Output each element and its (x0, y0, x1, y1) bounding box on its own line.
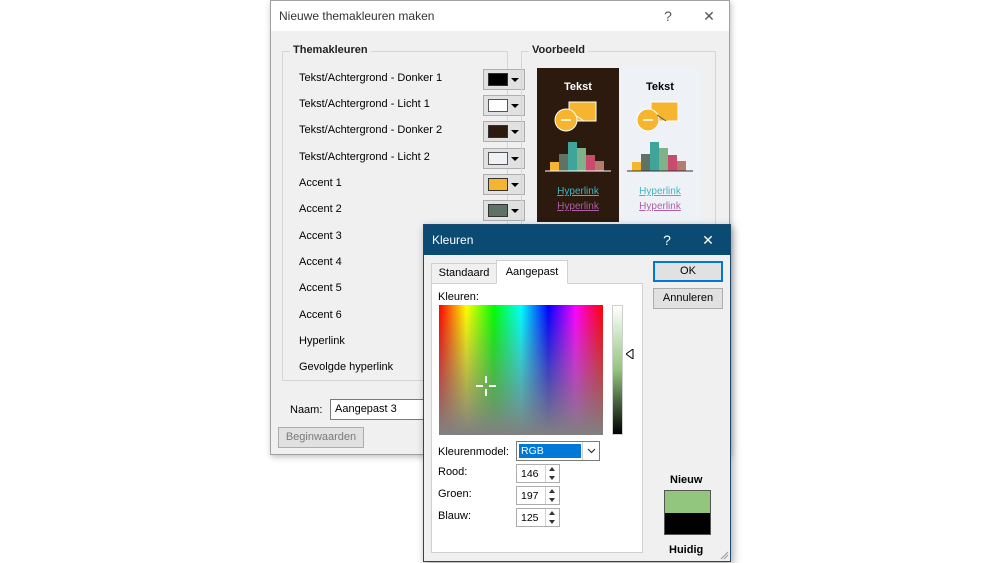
help-icon[interactable]: ? (656, 229, 678, 251)
current-label: Huidig (669, 544, 704, 556)
color-swatch (488, 152, 508, 165)
preview-dark-followed-hyperlink: Hyperlink (557, 201, 599, 212)
luminance-slider[interactable] (612, 305, 623, 435)
row-accent-1: Accent 1 (299, 174, 525, 195)
chevron-down-icon (511, 183, 519, 187)
blue-value: 125 (521, 512, 539, 524)
ok-button[interactable]: OK (653, 261, 723, 282)
chevron-down-icon (511, 78, 519, 82)
chevron-down-icon (511, 209, 519, 213)
row-label: Accent 5 (299, 282, 342, 294)
row-label: Tekst/Achtergrond - Donker 2 (299, 124, 443, 136)
color-compare (664, 490, 711, 535)
color-model-select[interactable]: RGB (516, 441, 600, 461)
name-input[interactable]: Aangepast 3 (330, 399, 430, 420)
row-label: Tekst/Achtergrond - Donker 1 (299, 72, 443, 84)
tab-custom[interactable]: Aangepast (496, 260, 568, 284)
close-icon[interactable]: ✕ (698, 5, 720, 27)
crosshair-icon (476, 376, 496, 396)
color-picker-accent-2[interactable] (483, 200, 525, 221)
tab-standard[interactable]: Standaard (431, 263, 497, 283)
color-picker-light-2[interactable] (483, 148, 525, 169)
row-label: Hyperlink (299, 335, 345, 347)
preview-dark: Tekst Hyperlink Hyperlink (537, 68, 619, 222)
spinner-arrows-icon[interactable] (545, 487, 559, 504)
colors-dialog-title: Kleuren (432, 233, 474, 247)
theme-dialog-title: Nieuwe themakleuren maken (279, 9, 435, 23)
luminance-arrow-icon[interactable] (626, 349, 634, 359)
color-swatch (488, 99, 508, 112)
chevron-down-icon (511, 130, 519, 134)
name-input-value: Aangepast 3 (335, 403, 397, 415)
reset-button[interactable]: Beginwaarden (278, 427, 364, 448)
colors-dialog-titlebar[interactable]: Kleuren ? ✕ (424, 225, 730, 255)
row-light-2: Tekst/Achtergrond - Licht 2 (299, 148, 525, 169)
blue-label: Blauw: (438, 510, 472, 522)
color-swatch (488, 204, 508, 217)
preview-light-hyperlink: Hyperlink (639, 186, 681, 197)
preview-light-graphic (627, 101, 693, 172)
red-label: Rood: (438, 466, 468, 478)
color-swatch (488, 178, 508, 191)
new-color-swatch (665, 491, 710, 513)
theme-colors-legend: Themakleuren (290, 44, 371, 56)
theme-dialog-titlebar[interactable]: Nieuwe themakleuren maken ? ✕ (271, 1, 729, 31)
help-icon[interactable]: ? (657, 5, 679, 27)
row-dark-1: Tekst/Achtergrond - Donker 1 (299, 69, 525, 90)
row-label: Tekst/Achtergrond - Licht 1 (299, 98, 430, 110)
preview-dark-hyperlink: Hyperlink (557, 186, 599, 197)
chevron-down-icon (511, 157, 519, 161)
colors-label: Kleuren: (438, 291, 479, 303)
color-picker-light-1[interactable] (483, 95, 525, 116)
spinner-arrows-icon[interactable] (545, 465, 559, 482)
color-model-value: RGB (519, 444, 581, 458)
red-spinner[interactable]: 146 (516, 464, 560, 483)
name-label: Naam: (290, 404, 323, 416)
row-dark-2: Tekst/Achtergrond - Donker 2 (299, 121, 525, 142)
row-label: Accent 4 (299, 256, 342, 268)
resize-grip-icon[interactable] (719, 550, 729, 560)
row-light-1: Tekst/Achtergrond - Licht 1 (299, 95, 525, 116)
spinner-arrows-icon[interactable] (545, 509, 559, 526)
row-label: Accent 6 (299, 309, 342, 321)
blue-spinner[interactable]: 125 (516, 508, 560, 527)
row-label: Tekst/Achtergrond - Licht 2 (299, 151, 430, 163)
preview-legend: Voorbeeld (529, 44, 588, 56)
row-label: Accent 2 (299, 203, 342, 215)
color-picker-dark-1[interactable] (483, 69, 525, 90)
color-picker-dark-2[interactable] (483, 121, 525, 142)
row-label: Accent 3 (299, 230, 342, 242)
red-value: 146 (521, 468, 539, 480)
preview-light-followed-hyperlink: Hyperlink (639, 201, 681, 212)
row-accent-2: Accent 2 (299, 200, 525, 221)
green-label: Groen: (438, 488, 472, 500)
color-picker-accent-1[interactable] (483, 174, 525, 195)
chevron-down-icon (511, 104, 519, 108)
preview-dark-graphic (545, 101, 611, 172)
color-swatch (488, 125, 508, 138)
current-color-swatch (665, 513, 710, 534)
cancel-button[interactable]: Annuleren (653, 288, 723, 309)
color-spectrum[interactable] (439, 305, 603, 435)
color-swatch (488, 73, 508, 86)
preview-light: Tekst Hyperlink Hyperlink (619, 68, 701, 222)
row-label: Gevolgde hyperlink (299, 361, 394, 373)
green-value: 197 (521, 490, 539, 502)
chevron-down-icon (582, 442, 599, 460)
colors-dialog: Kleuren ? ✕ Standaard Aangepast Kleuren:… (423, 224, 731, 562)
new-label: Nieuw (670, 474, 703, 486)
row-label: Accent 1 (299, 177, 342, 189)
green-spinner[interactable]: 197 (516, 486, 560, 505)
close-icon[interactable]: ✕ (697, 229, 719, 251)
color-model-label: Kleurenmodel: (438, 446, 509, 458)
